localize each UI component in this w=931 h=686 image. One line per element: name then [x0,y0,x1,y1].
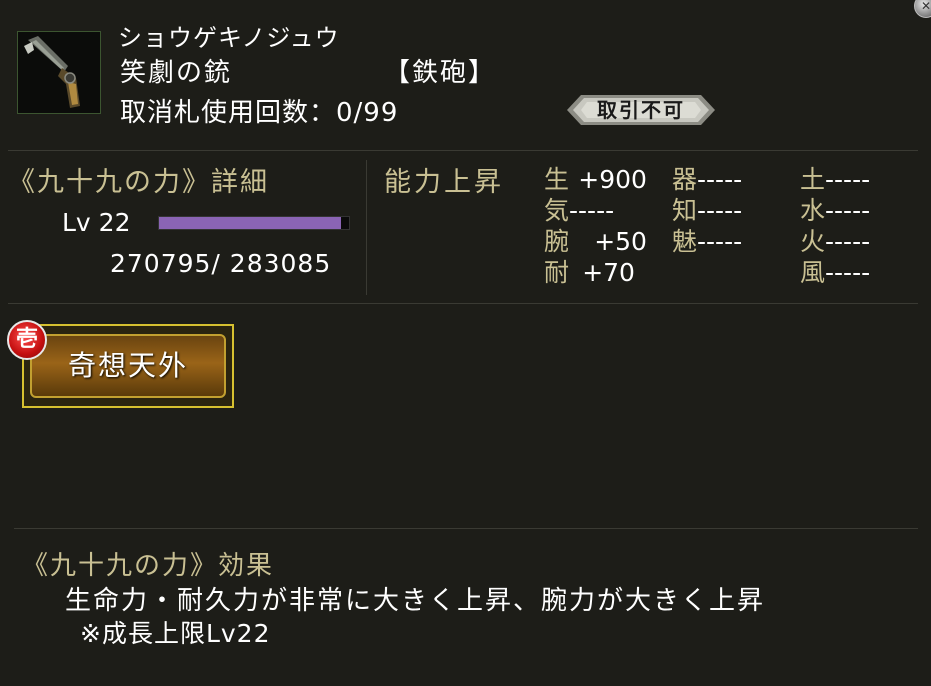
stat-value: ----- [825,258,871,287]
stat-key: 腕 [544,227,570,256]
exp-values: 270795/ 283085 [110,249,332,278]
cancel-tag-uses: 取消札使用回数：0/99 [120,98,399,128]
stat-key: 土 [800,165,826,194]
stat-charm: 魅----- [672,222,742,258]
divider-bottom [14,528,918,529]
stat-value: +900 [578,165,647,194]
untradeable-badge: 取引不可 [567,95,715,125]
untradeable-label: 取引不可 [597,98,685,122]
stat-key: 生 [544,165,570,194]
stat-key: 水 [800,196,826,225]
stat-key: 風 [800,258,826,287]
stat-endurance: 耐 +70 [544,253,635,289]
stat-key: 器 [672,165,698,194]
item-icon-frame [17,31,101,114]
item-type: 【鉄砲】 [384,58,497,88]
level-label: Lv 22 [62,208,131,237]
stat-value: ----- [825,165,871,194]
detail-title: 《九十九の力》詳細 [8,167,269,198]
stat-value: ----- [697,196,743,225]
stat-key: 火 [800,227,826,256]
item-name: 笑劇の銃 [120,58,233,88]
gun-icon [18,32,100,113]
skill-label: 奇想天外 [67,349,188,382]
exp-bar-fill [159,217,341,229]
stat-key: 魅 [672,227,698,256]
divider-middle [8,303,918,304]
skill-button-face[interactable]: 奇想天外 [30,334,226,398]
divider-vertical [366,160,367,295]
stat-key: 耐 [544,258,570,287]
stat-value: ----- [569,196,615,225]
close-icon[interactable]: ✕ [921,0,931,13]
effect-note: ※成長上限Lv22 [80,619,271,648]
effect-description: 生命力・耐久力が非常に大きく上昇、腕力が大きく上昇 [65,586,766,616]
abilities-title: 能力上昇 [384,167,504,198]
stat-value: ----- [825,196,871,225]
stat-value: ----- [697,165,743,194]
stat-value: +50 [594,227,647,256]
stat-wind: 風----- [800,253,870,289]
close-button[interactable]: ✕ [914,0,931,18]
divider-top [8,150,918,151]
item-detail-panel: ✕ ショウゲキノジュウ 笑劇の銃 【鉄砲】 取消札使用回数：0/99 取引不可 … [0,0,931,686]
stat-value: ----- [697,227,743,256]
skill-rank-badge: 壱 [7,320,47,360]
skill-button[interactable]: 奇想天外 [22,324,234,408]
item-kana: ショウゲキノジュウ [118,24,340,52]
stat-value: +70 [582,258,635,287]
stat-key: 気 [544,196,570,225]
stat-key: 知 [672,196,698,225]
stat-value: ----- [825,227,871,256]
exp-bar [158,216,350,230]
effect-title: 《九十九の力》効果 [22,551,275,581]
